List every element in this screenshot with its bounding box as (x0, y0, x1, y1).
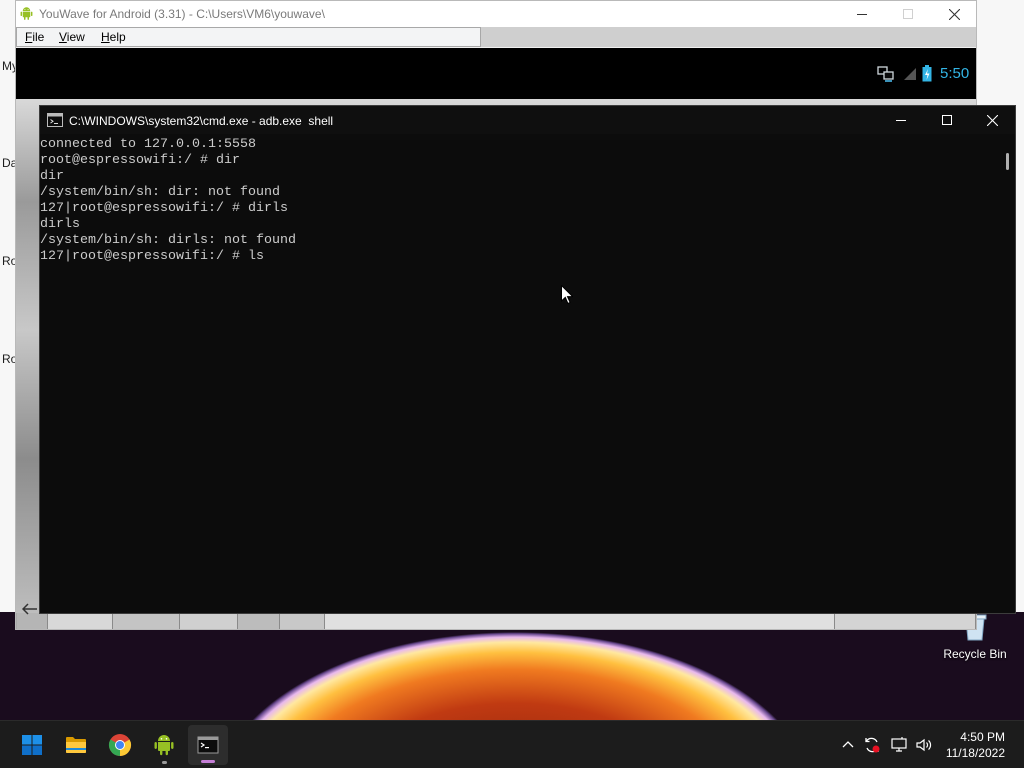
android-clock: 5:50 (940, 65, 970, 82)
youwave-close-button[interactable] (931, 1, 977, 27)
close-icon (986, 114, 998, 126)
file-explorer-icon (66, 737, 86, 753)
back-icon[interactable] (22, 603, 38, 615)
menu-area (16, 27, 481, 47)
start-button[interactable] (12, 725, 52, 765)
start-icon (22, 735, 42, 755)
taskbar-chrome[interactable] (100, 725, 140, 765)
cmd-window[interactable]: C:\WINDOWS\system32\cmd.exe - adb.exe sh… (39, 105, 1016, 614)
network-icon[interactable] (890, 736, 908, 754)
terminal-line: connected to 127.0.0.1:5558 (40, 137, 256, 152)
terminal-line: 127|root@espressowifi:/ # ls (40, 249, 264, 264)
menu-file[interactable]: File (25, 30, 44, 44)
terminal-line: root@espressowifi:/ # dir (40, 153, 240, 168)
youwave-maximize-button (885, 1, 931, 27)
taskbar-cmd[interactable] (188, 725, 228, 765)
android-icon (20, 7, 33, 20)
cmd-close-button[interactable] (969, 106, 1015, 134)
clock-time: 4:50 PM (960, 730, 1005, 744)
terminal-output[interactable]: connected to 127.0.0.1:5558 root@espress… (40, 134, 999, 613)
youwave-minimize-button[interactable] (839, 1, 885, 27)
signal-icon (904, 68, 916, 80)
desktop: My Da Ro Ro Recycle Bin YouWave for Andr… (0, 0, 1024, 768)
chevron-up-icon[interactable] (840, 737, 856, 753)
cmd-maximize-button[interactable] (924, 106, 970, 134)
taskbar-file-explorer[interactable] (56, 725, 96, 765)
maximize-icon (903, 9, 913, 19)
chrome-icon (108, 734, 132, 756)
cmd-window-title: C:\WINDOWS\system32\cmd.exe - adb.exe sh… (69, 114, 334, 128)
cmd-minimize-button[interactable] (878, 106, 924, 134)
clock-date: 11/18/2022 (945, 746, 1005, 760)
menu-help[interactable]: Help (101, 30, 126, 44)
battery-icon (922, 65, 932, 82)
scrollbar-thumb[interactable] (1006, 153, 1009, 170)
terminal-line: dir (40, 169, 64, 184)
taskbar: 4:50 PM 11/18/2022 (0, 720, 1024, 768)
close-icon (948, 8, 960, 20)
taskbar-youwave[interactable] (144, 725, 184, 765)
network-icon (877, 66, 894, 82)
terminal-line: /system/bin/sh: dir: not found (40, 185, 280, 200)
terminal-line: /system/bin/sh: dirls: not found (40, 233, 296, 248)
active-app-indicator (201, 760, 215, 763)
maximize-icon (942, 115, 952, 125)
youwave-window-title: YouWave for Android (3.31) - C:\Users\VM… (39, 7, 325, 21)
minimize-icon (896, 120, 906, 121)
menu-view[interactable]: View (59, 30, 85, 44)
background-label: My (2, 59, 15, 73)
cmd-scrollbar[interactable] (999, 134, 1015, 613)
background-label: Da (2, 156, 15, 170)
volume-icon[interactable] (915, 736, 933, 754)
recycle-bin-label: Recycle Bin (943, 647, 1007, 661)
terminal-line: dirls (40, 217, 80, 232)
cmd-title-bar[interactable]: C:\WINDOWS\system32\cmd.exe - adb.exe sh… (40, 106, 1015, 134)
android-dock (16, 613, 976, 629)
background-label: Ro (2, 254, 15, 268)
terminal-line: 127|root@espressowifi:/ # dirls (40, 201, 288, 216)
sync-icon[interactable] (863, 736, 881, 754)
cmd-icon (47, 113, 63, 127)
youwave-menu-bar: File View Help (16, 27, 976, 47)
minimize-icon (857, 14, 867, 15)
running-indicator (162, 761, 167, 764)
mouse-cursor-icon (561, 285, 573, 304)
youwave-title-bar[interactable]: YouWave for Android (3.31) - C:\Users\VM… (16, 1, 976, 27)
taskbar-clock[interactable]: 4:50 PM 11/18/2022 (946, 729, 1005, 761)
android-status-bar: 5:50 (16, 48, 976, 99)
background-label: Ro (2, 352, 15, 366)
youwave-icon (154, 735, 174, 756)
cmd-icon (197, 736, 219, 754)
